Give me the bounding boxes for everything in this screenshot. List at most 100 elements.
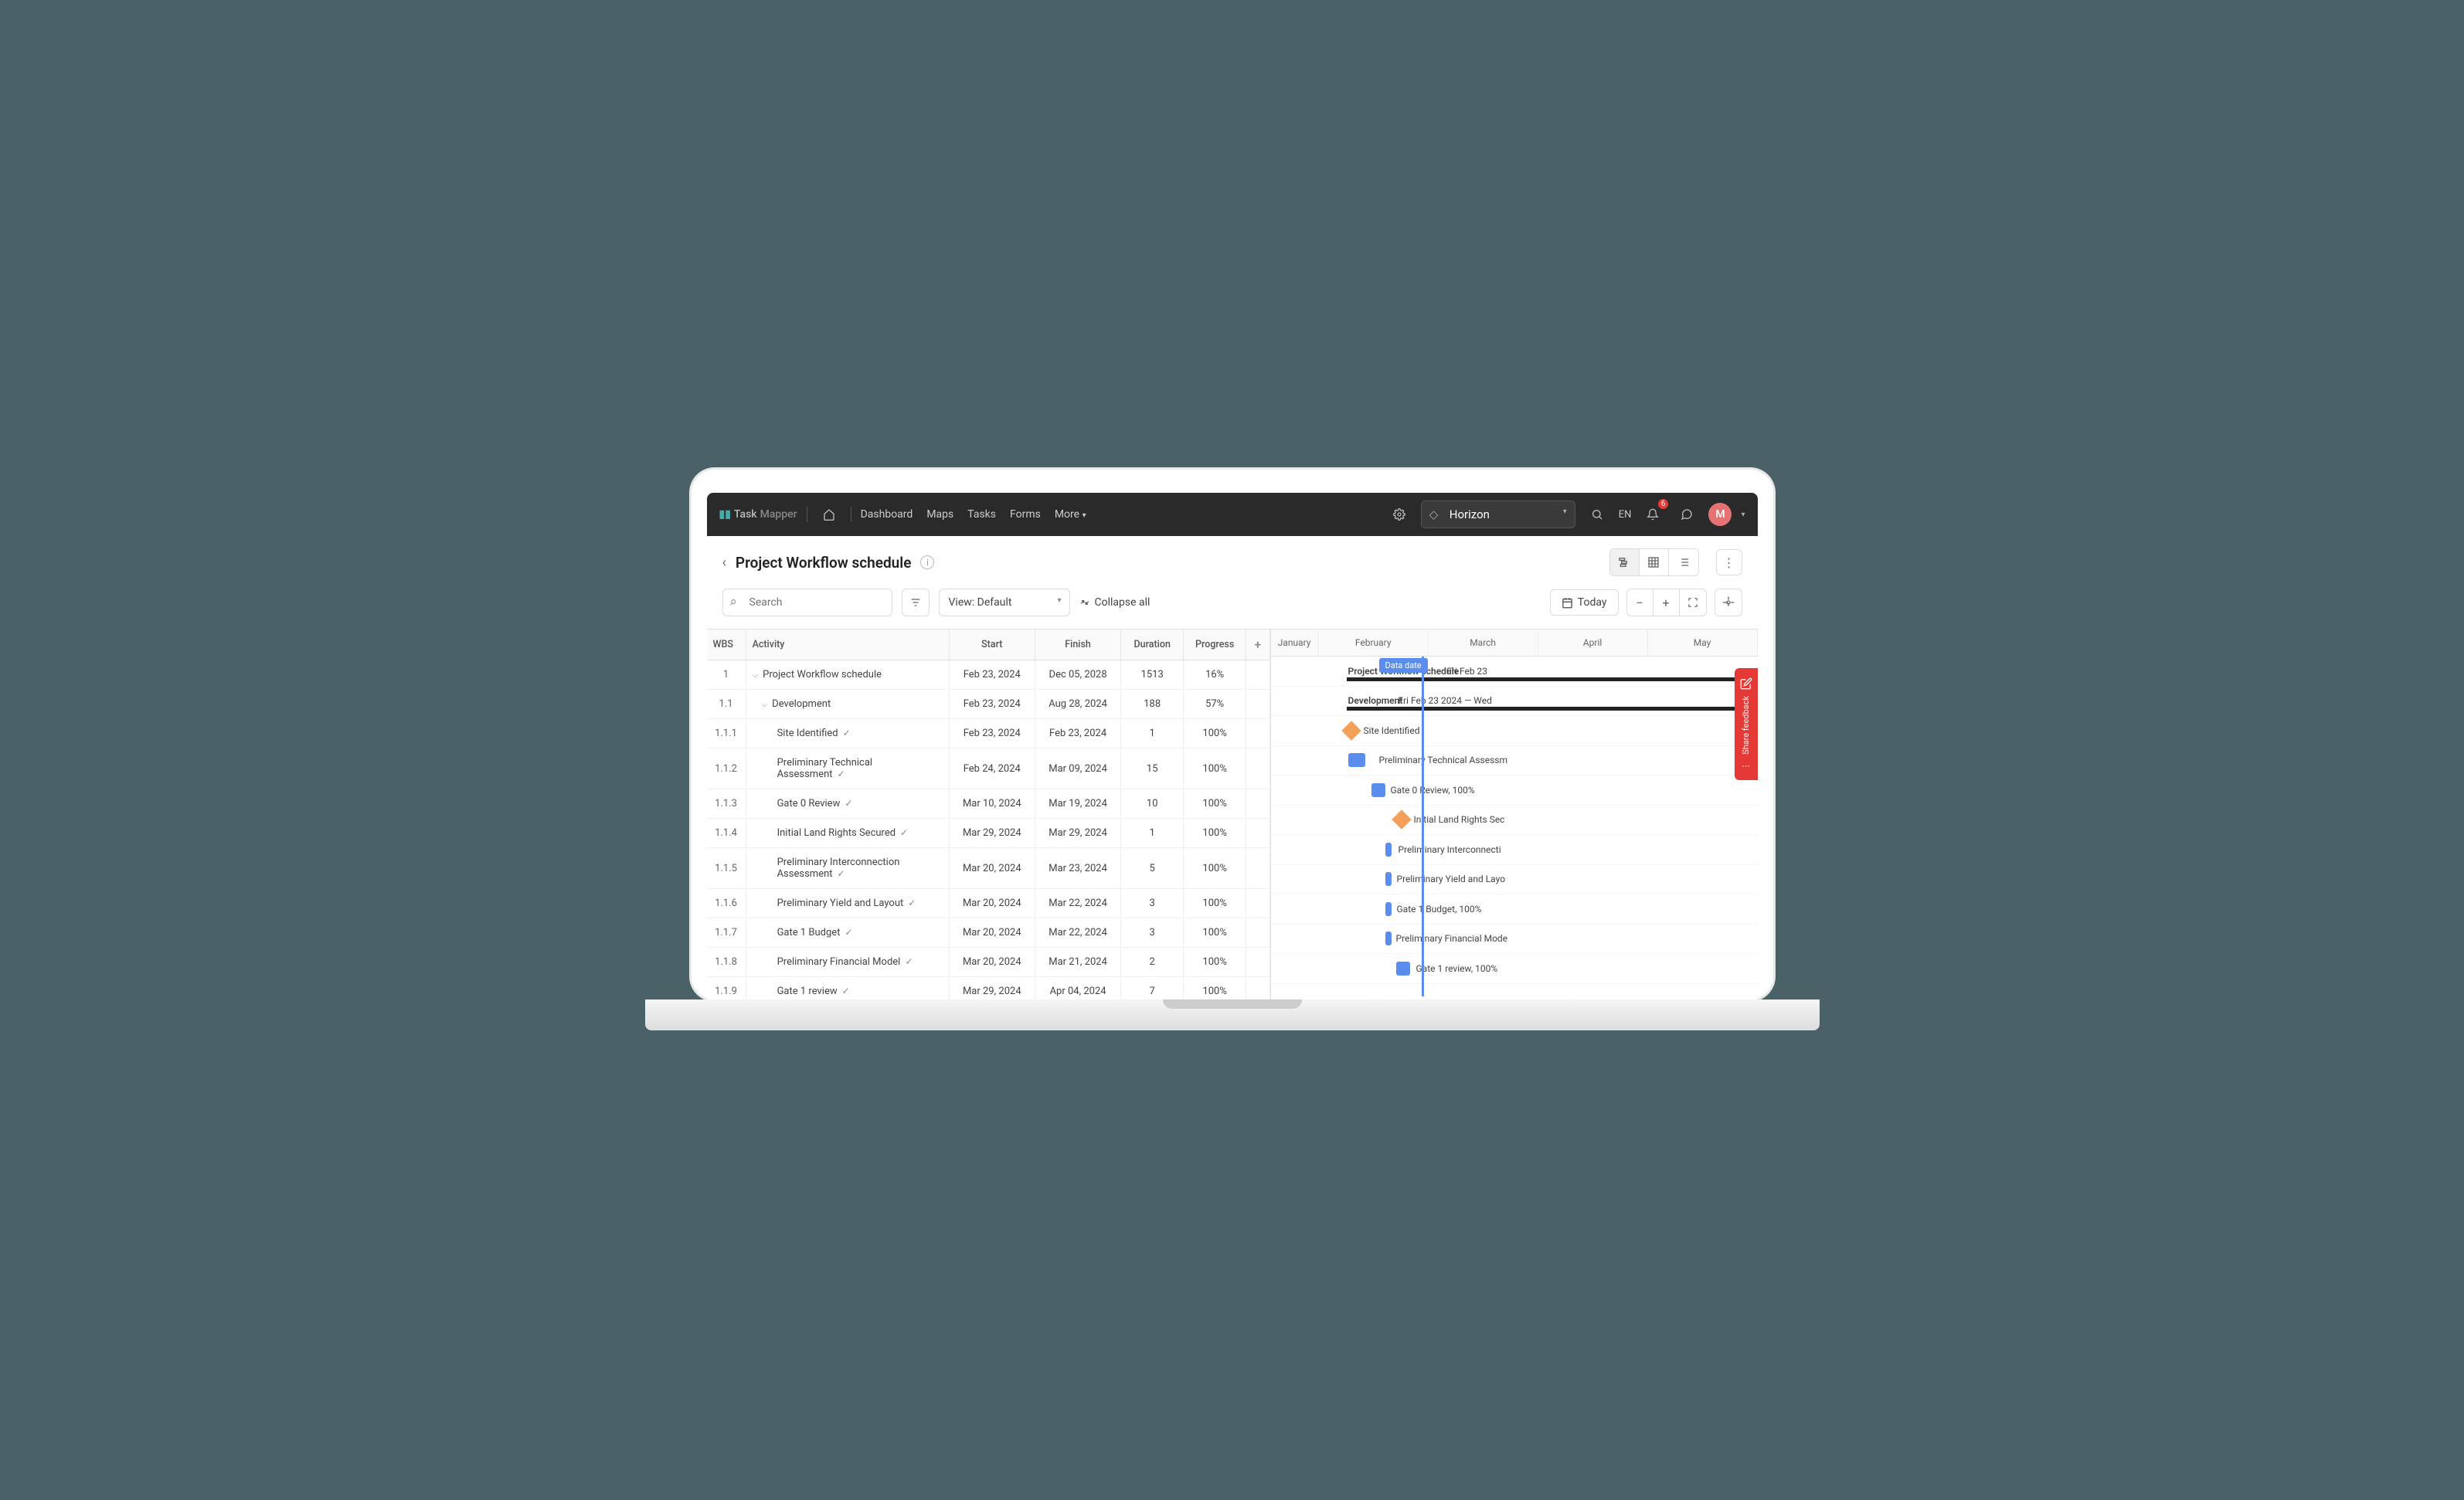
- table-row[interactable]: 1.1.4 Initial Land Rights Secured✓ Mar 2…: [707, 819, 1270, 848]
- cell-finish: Feb 23, 2024: [1035, 719, 1120, 748]
- gantt-row: Preliminary Yield and Layo: [1271, 865, 1758, 895]
- table-row[interactable]: 1.1.5 Preliminary Interconnection Assess…: [707, 848, 1270, 889]
- cell-start: Feb 23, 2024: [949, 690, 1035, 719]
- table-header-row: WBS Activity Start Finish Duration Progr…: [707, 630, 1270, 660]
- cell-start: Feb 24, 2024: [949, 748, 1035, 789]
- gantt-row: Site Identified: [1271, 716, 1758, 746]
- zoom-controls: − +: [1626, 589, 1707, 616]
- chevron-down-icon: ▾: [1082, 511, 1086, 520]
- table-row[interactable]: 1.1.9 Gate 1 review✓ Mar 29, 2024 Apr 04…: [707, 977, 1270, 1000]
- filter-button[interactable]: [902, 589, 930, 616]
- today-button[interactable]: Today: [1550, 589, 1619, 616]
- search-box: [722, 589, 892, 616]
- project-selector[interactable]: Horizon: [1421, 501, 1575, 528]
- laptop-base: [645, 999, 1820, 1030]
- task-box[interactable]: [1371, 783, 1385, 797]
- chevron-down-icon[interactable]: ▾: [1741, 511, 1745, 519]
- nav-dashboard[interactable]: Dashboard: [861, 508, 913, 521]
- language-switcher[interactable]: EN: [1619, 509, 1632, 521]
- cell-wbs: 1.1.4: [707, 819, 746, 848]
- task-bar[interactable]: [1385, 932, 1392, 945]
- avatar-initial: M: [1715, 508, 1725, 521]
- cell-duration: 1513: [1121, 660, 1184, 690]
- add-column[interactable]: +: [1246, 630, 1269, 660]
- table-row[interactable]: 1 ⌵Project Workflow schedule Feb 23, 202…: [707, 660, 1270, 690]
- cell-wbs: 1.1.5: [707, 848, 746, 889]
- cell-extra: [1246, 748, 1269, 789]
- month-jan: January: [1271, 630, 1319, 656]
- col-activity[interactable]: Activity: [746, 630, 949, 660]
- gantt-timeline-header: January February March April May: [1271, 630, 1758, 657]
- back-button[interactable]: ‹: [722, 555, 726, 571]
- table-row[interactable]: 1.1.6 Preliminary Yield and Layout✓ Mar …: [707, 889, 1270, 918]
- nav-maps[interactable]: Maps: [926, 508, 953, 521]
- cell-start: Feb 23, 2024: [949, 660, 1035, 690]
- notifications-button[interactable]: 6: [1640, 502, 1665, 527]
- table-row[interactable]: 1.1.3 Gate 0 Review✓ Mar 10, 2024 Mar 19…: [707, 789, 1270, 819]
- cell-activity: Initial Land Rights Secured✓: [746, 819, 949, 848]
- task-bar[interactable]: [1385, 872, 1392, 886]
- chat-button[interactable]: [1674, 502, 1699, 527]
- schedule-settings[interactable]: [1715, 589, 1742, 616]
- col-start[interactable]: Start: [949, 630, 1035, 660]
- gantt-label: Preliminary Interconnecti: [1399, 844, 1501, 855]
- milestone-diamond[interactable]: [1392, 810, 1411, 830]
- col-duration[interactable]: Duration: [1121, 630, 1184, 660]
- cell-duration: 7: [1121, 977, 1184, 1000]
- info-icon[interactable]: i: [920, 555, 934, 569]
- expand-toggle[interactable]: ⌵: [762, 701, 768, 709]
- col-progress[interactable]: Progress: [1184, 630, 1246, 660]
- table-row[interactable]: 1.1.1 Site Identified✓ Feb 23, 2024 Feb …: [707, 719, 1270, 748]
- view-selector-label: View: Default: [949, 596, 1012, 609]
- table-row[interactable]: 1.1.2 Preliminary Technical Assessment✓ …: [707, 748, 1270, 789]
- summary-bar: [1347, 677, 1758, 681]
- home-button[interactable]: [817, 502, 841, 527]
- task-bar[interactable]: [1385, 902, 1392, 916]
- feedback-tab[interactable]: Share feedback ⋯: [1735, 668, 1758, 780]
- zoom-out[interactable]: −: [1627, 589, 1653, 616]
- nav-more-label: More: [1055, 508, 1079, 521]
- nav-tasks[interactable]: Tasks: [967, 508, 996, 521]
- settings-button[interactable]: [1387, 502, 1412, 527]
- expand-toggle[interactable]: ⌵: [753, 671, 759, 680]
- cell-activity: Gate 1 Budget✓: [746, 918, 949, 948]
- gantt-body[interactable]: Data date Project Workflow schedule Fri …: [1271, 657, 1758, 996]
- more-options[interactable]: ⋮: [1716, 549, 1742, 575]
- search-button[interactable]: [1585, 502, 1609, 527]
- gantt-date: Fri Feb 23 2024 — Wed: [1399, 695, 1492, 706]
- task-box[interactable]: [1396, 962, 1410, 976]
- check-icon: ✓: [900, 827, 908, 838]
- cell-start: Mar 29, 2024: [949, 977, 1035, 1000]
- col-wbs[interactable]: WBS: [707, 630, 746, 660]
- view-selector[interactable]: View: Default: [939, 589, 1070, 616]
- data-date-line: [1422, 657, 1424, 996]
- task-bar[interactable]: [1385, 843, 1392, 857]
- milestone-diamond[interactable]: [1341, 721, 1361, 740]
- fullscreen[interactable]: [1680, 589, 1706, 616]
- table-row[interactable]: 1.1 ⌵Development Feb 23, 2024 Aug 28, 20…: [707, 690, 1270, 719]
- collapse-all-button[interactable]: Collapse all: [1079, 596, 1150, 609]
- top-navbar: ▮▮ TaskMapper Dashboard Maps Tasks Forms…: [707, 493, 1758, 536]
- zoom-in[interactable]: +: [1653, 589, 1680, 616]
- check-icon: ✓: [843, 728, 851, 738]
- gantt-row: Gate 1 Budget, 100%: [1271, 894, 1758, 925]
- search-input[interactable]: [722, 589, 892, 616]
- table-row[interactable]: 1.1.8 Preliminary Financial Model✓ Mar 2…: [707, 948, 1270, 977]
- nav-more[interactable]: More ▾: [1055, 508, 1086, 521]
- cell-duration: 15: [1121, 748, 1184, 789]
- bell-icon: [1647, 508, 1659, 521]
- gantt-label: Preliminary Technical Assessm: [1379, 755, 1507, 765]
- col-finish[interactable]: Finish: [1035, 630, 1120, 660]
- brand-b: Mapper: [760, 508, 797, 521]
- task-bar[interactable]: [1348, 753, 1365, 767]
- view-list[interactable]: [1669, 549, 1698, 575]
- cell-start: Mar 29, 2024: [949, 819, 1035, 848]
- view-gantt[interactable]: [1610, 549, 1640, 575]
- table-row[interactable]: 1.1.7 Gate 1 Budget✓ Mar 20, 2024 Mar 22…: [707, 918, 1270, 948]
- user-avatar[interactable]: M: [1708, 503, 1732, 526]
- chat-icon: [1681, 508, 1693, 521]
- cell-extra: [1246, 948, 1269, 977]
- cell-start: Mar 20, 2024: [949, 848, 1035, 889]
- nav-forms[interactable]: Forms: [1010, 508, 1041, 521]
- view-table[interactable]: [1640, 549, 1669, 575]
